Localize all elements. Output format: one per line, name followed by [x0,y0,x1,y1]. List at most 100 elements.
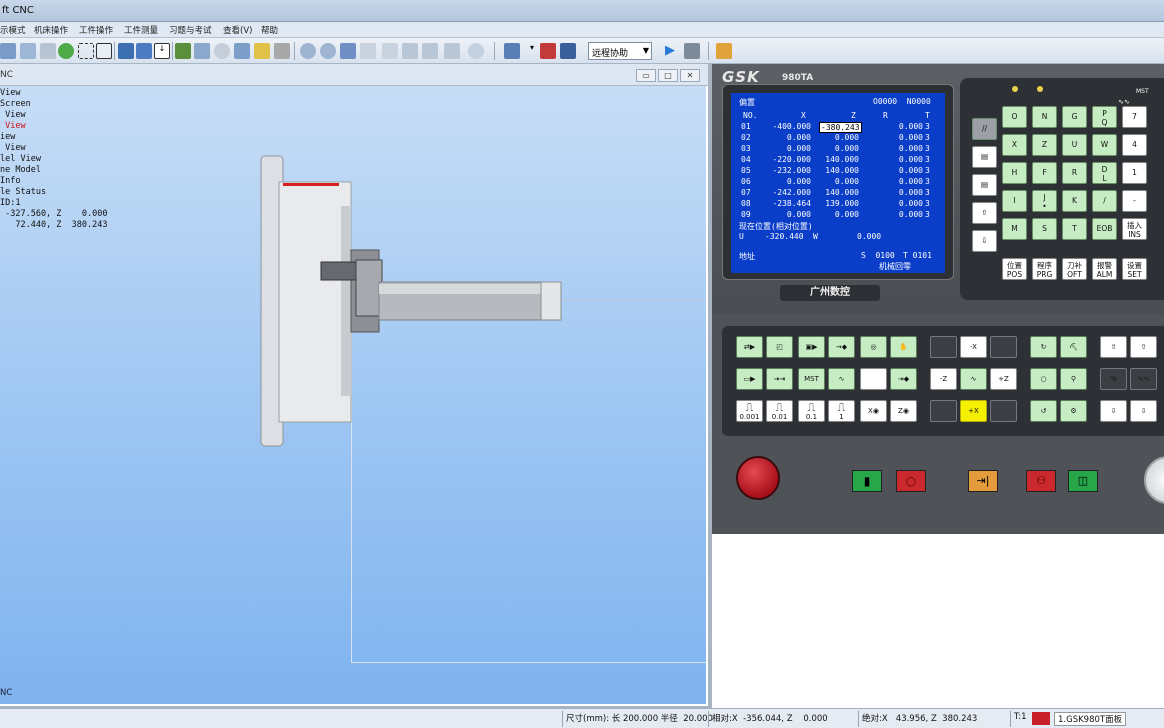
pan-icon[interactable] [40,43,56,59]
view-icon[interactable] [0,43,16,59]
emergency-stop-button[interactable] [736,456,780,500]
jog-hand-button[interactable]: ✋ [890,336,917,358]
step-1-button[interactable]: ⎍ 1 [828,400,855,422]
skip-button[interactable]: ⇥⇥ [766,368,793,390]
keypad-key[interactable]: / [1092,190,1117,212]
alarm-reset-button[interactable]: ⚇ [1026,470,1056,492]
minus-z-button[interactable]: -Z [930,368,957,390]
z-axis-button[interactable]: Z◉ [890,400,917,422]
insert-8-icon[interactable] [444,43,460,59]
keypad-key[interactable]: EOB [1092,218,1117,240]
select-icon[interactable] [20,43,36,59]
menu-item-exam[interactable]: 习题与考试 [169,24,212,36]
gear-icon[interactable]: ⚙ [1060,400,1087,422]
lcd-edit-cell[interactable]: -380.243 [819,122,862,133]
maximize-button[interactable]: □ [658,69,678,82]
insert-6-icon[interactable] [402,43,418,59]
view-menu-line[interactable]: Screen [0,99,31,109]
jog-blank-3[interactable] [930,400,957,422]
dry-run-button[interactable]: ∿ [828,368,855,390]
menu-item-mode[interactable]: 示模式 [0,24,26,36]
keypad-key[interactable]: X [1002,134,1027,156]
remote-assist-select[interactable]: 远程协助 ▼ [588,42,652,60]
view-menu-line[interactable]: iew [0,132,15,142]
list-key-icon[interactable]: ▤ [972,174,997,196]
function-key[interactable]: 设置 SET [1122,258,1147,280]
view-menu-line[interactable]: View [0,88,20,98]
insert-3-icon[interactable] [340,43,356,59]
function-key[interactable]: 报警 ALM [1092,258,1117,280]
page-key-icon[interactable]: ▤ [972,146,997,168]
view-menu-line[interactable]: lel View [0,154,41,164]
minimize-button[interactable]: ▭ [636,69,656,82]
tool-change-icon[interactable] [504,43,520,59]
arrow-down-1-button[interactable]: ⇩ [1100,400,1127,422]
menu-item-help[interactable]: 帮助 [261,24,278,36]
spindle-ccw-button[interactable]: ↺ [1030,400,1057,422]
function-key[interactable]: 刀补 OFT [1062,258,1087,280]
keypad-key[interactable]: N [1032,106,1057,128]
home-2-button[interactable]: ⇧ [1130,336,1157,358]
slash-key-icon[interactable]: // [972,118,997,140]
keypad-key[interactable]: Z [1032,134,1057,156]
x-axis-button[interactable]: X◉ [860,400,887,422]
step-0001-button[interactable]: ⎍ 0.001 [736,400,763,422]
coolant-button[interactable]: ⛏ [1060,336,1087,358]
jog-blank-1[interactable] [930,336,957,358]
report-icon[interactable] [716,43,732,59]
play-icon[interactable]: ▶ [662,43,678,59]
view-menu-line[interactable]: Info [0,176,20,186]
tool-change-button[interactable]: ⚲ [1060,368,1087,390]
view-menu-line[interactable]: View [0,110,25,120]
home-1-button[interactable]: ⇧ [1100,336,1127,358]
arrow-up-icon[interactable]: ⇧ [972,202,997,224]
function-key[interactable]: 位置 POS [1002,258,1027,280]
auto-mode-button[interactable]: ◰ [766,336,793,358]
plus-z-button[interactable]: +Z [990,368,1017,390]
window-icon[interactable] [96,43,112,59]
arrow-down-2-button[interactable]: ⇩ [1130,400,1157,422]
3d-viewport[interactable]: View Screen View View iew View lel View … [0,86,706,704]
layers-icon[interactable] [234,43,250,59]
rapid-button[interactable]: ∿ [960,368,987,390]
menu-item-workpiece[interactable]: 工件操作 [79,24,113,36]
arrow-down-icon[interactable]: ⇩ [972,230,997,252]
blank-white-button[interactable] [860,368,887,390]
edit-mode-button[interactable]: ⇄▶ [736,336,763,358]
disk-icon[interactable] [560,43,576,59]
menu-item-view[interactable]: 查看(V) [223,24,252,36]
insert-7-icon[interactable] [422,43,438,59]
keypad-key[interactable]: K [1062,190,1087,212]
jog-blank-4[interactable] [990,400,1017,422]
keypad-key[interactable]: R [1062,162,1087,184]
star-icon[interactable] [254,43,270,59]
keypad-key[interactable]: - [1122,190,1147,212]
cycle-stop-button[interactable]: ○ [896,470,926,492]
insert-9-icon[interactable] [468,43,484,59]
close-button[interactable]: ✕ [680,69,700,82]
insert-4-icon[interactable] [360,43,376,59]
program-protect-button[interactable]: ◫ [1068,470,1098,492]
keypad-key[interactable]: 7 [1122,106,1147,128]
view-menu-line[interactable]: ne Model [0,165,41,175]
wifi-icon[interactable] [214,43,230,59]
keypad-key[interactable]: D L [1092,162,1117,184]
cycle-start-button[interactable]: ▮ [852,470,882,492]
step-001-button[interactable]: ⎍ 0.01 [766,400,793,422]
keypad-key[interactable]: J • [1032,190,1057,212]
keypad-key[interactable]: 4 [1122,134,1147,156]
view-menu-line[interactable]: le Status [0,187,46,197]
override-wave-icon[interactable]: ∿∿ [1130,368,1157,390]
spindle-stop-button[interactable]: ○ [1030,368,1057,390]
minus-x-button[interactable]: -X [960,336,987,358]
tool-icon[interactable] [118,43,134,59]
keypad-key[interactable]: P Q [1092,106,1117,128]
ref-return-button[interactable]: →◆ [828,336,855,358]
insert-2-icon[interactable] [320,43,336,59]
dropdown-arrow-icon[interactable]: ↓ [154,43,170,59]
keypad-key[interactable]: T [1062,218,1087,240]
keypad-key[interactable]: I [1002,190,1027,212]
zoom-box-icon[interactable] [78,43,94,59]
handwheel-knob[interactable] [1144,456,1164,504]
keypad-key[interactable]: S [1032,218,1057,240]
